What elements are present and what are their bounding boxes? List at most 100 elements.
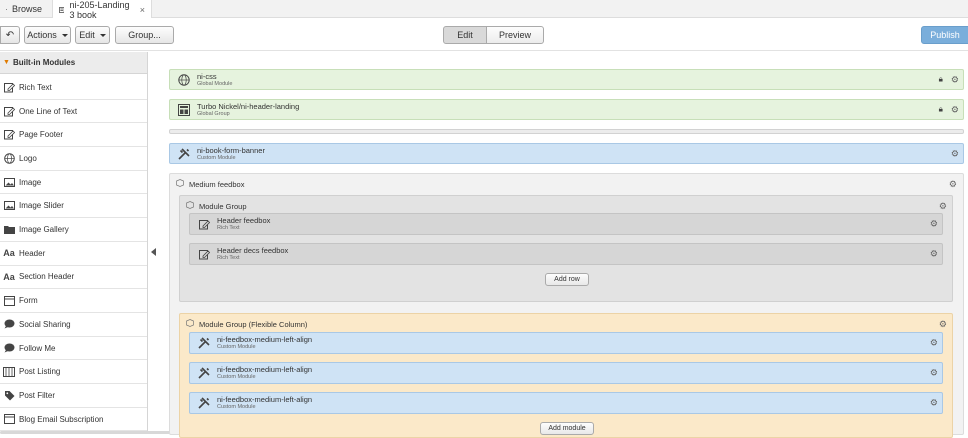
sidebar-item-label: Image Slider (19, 201, 64, 211)
sidebar-item-label: Post Listing (19, 367, 61, 377)
close-icon[interactable]: × (140, 5, 145, 15)
sidebar-item-image-slider[interactable]: Image Slider (0, 195, 147, 219)
sidebar-item-label: Post Filter (19, 390, 56, 400)
back-button[interactable]: ↶ (0, 26, 20, 44)
actions-label: Actions (27, 30, 57, 40)
module-title: ni-feedbox-medium-left-align (217, 335, 313, 344)
module-title: ni-css (197, 71, 217, 81)
tools-icon (194, 397, 214, 409)
gear-icon[interactable]: ⚙ (930, 219, 938, 230)
sidebar-item-header[interactable]: Aa Header (0, 242, 147, 266)
module-type: Global Module (197, 80, 233, 87)
cube-icon (186, 319, 194, 329)
publish-button[interactable]: Publish (921, 26, 968, 44)
pencil-icon (194, 219, 214, 230)
add-row-label: Add row (554, 276, 580, 283)
lock-icon: 🔒︎ (938, 74, 943, 84)
tab-landing-page[interactable]: ni-205-Landing 3 book × (52, 0, 152, 20)
sidebar-item-label: One Line of Text (19, 106, 78, 116)
chevron-down-icon (99, 33, 106, 37)
mode-edit-toggle[interactable]: Edit (443, 26, 487, 44)
list-icon (0, 366, 18, 377)
sidebar-item-one-line-of-text[interactable]: One Line of Text (0, 100, 147, 124)
pencil-icon (0, 129, 18, 140)
mode-preview-toggle[interactable]: Preview (486, 26, 544, 44)
module-title: ni-feedbox-medium-left-align (217, 365, 313, 374)
sidebar-item-section-header[interactable]: Aa Section Header (0, 266, 147, 290)
page-icon (59, 6, 65, 13)
gear-icon[interactable]: ⚙ (930, 338, 938, 349)
tools-icon (194, 367, 214, 379)
module-title: Header decs feedbox (217, 246, 289, 255)
collapse-sidebar-icon[interactable] (151, 248, 156, 256)
toolbar: ↶ Actions Edit Group... Edit Preview Pub… (0, 18, 968, 51)
form-icon (0, 295, 18, 306)
sidebar-item-rich-text[interactable]: Rich Text (0, 76, 147, 100)
gear-icon[interactable]: ⚙ (949, 179, 957, 190)
globe-icon (174, 73, 194, 86)
tab-landing-label: ni-205-Landing 3 book (69, 0, 130, 20)
tools-icon (174, 147, 194, 160)
pencil-icon (194, 249, 214, 260)
module-header-landing[interactable]: Turbo Nickel/ni-header-landing Global Gro… (169, 99, 964, 120)
module-feedbox-medium-3[interactable]: ni-feedbox-medium-left-align Custom Modul… (189, 392, 943, 414)
pencil-icon (0, 82, 18, 93)
mode-preview-label: Preview (498, 30, 531, 40)
back-arrow-icon: ↶ (5, 29, 15, 41)
module-type: Custom Module (217, 404, 256, 410)
gear-icon[interactable]: ⚙ (930, 368, 938, 379)
sidebar-item-image-gallery[interactable]: Image Gallery (0, 218, 147, 242)
group-header: Medium feedbox (176, 179, 244, 189)
folder-icon (0, 225, 18, 235)
sidebar-item-follow-me[interactable]: Follow Me (0, 337, 147, 361)
gear-icon[interactable]: ⚙ (930, 249, 938, 260)
mode-edit-label: Edit (457, 30, 473, 40)
sidebar-item-post-filter[interactable]: Post Filter (0, 384, 147, 408)
group-header: Module Group (Flexible Column) (186, 319, 307, 329)
sidebar-item-label: Image (19, 177, 42, 187)
sidebar-item-logo[interactable]: Logo (0, 147, 147, 171)
gear-icon[interactable]: ⚙ (951, 148, 959, 159)
sidebar-item-social-sharing[interactable]: Social Sharing (0, 313, 147, 337)
module-ni-css[interactable]: ni-css Global Module 🔒︎ ⚙ (169, 69, 964, 90)
image-icon (0, 201, 18, 211)
sidebar-item-label: Blog Email Subscription (19, 414, 104, 424)
module-header-feedbox[interactable]: Header feedbox Rich Text ⚙ (189, 213, 943, 235)
gear-icon[interactable]: ⚙ (930, 398, 938, 409)
tools-icon (194, 337, 214, 349)
group-title: Medium feedbox (189, 179, 245, 189)
actions-button[interactable]: Actions (24, 26, 71, 44)
built-in-modules-header[interactable]: ▼ Built-in Modules (0, 52, 147, 74)
group-header: Module Group (186, 201, 247, 211)
module-feedbox-medium-1[interactable]: ni-feedbox-medium-left-align Custom Modul… (189, 332, 943, 354)
edit-menu-button[interactable]: Edit (75, 26, 110, 44)
module-sidebar: ▼ Built-in Modules Rich Text One Line of… (0, 52, 148, 434)
edit-menu-label: Edit (79, 30, 95, 40)
add-module-button[interactable]: Add module (540, 422, 594, 435)
module-type: Custom Module (217, 344, 256, 350)
sidebar-item-blog-email-subscription[interactable]: Blog Email Subscription (0, 408, 147, 432)
sidebar-item-label: Form (19, 296, 38, 306)
chevron-down-icon (61, 33, 68, 37)
sidebar-item-label: Follow Me (19, 343, 56, 353)
tab-strip: Browse ni-205-Landing 3 book × (0, 0, 968, 20)
tag-icon (0, 390, 18, 401)
sidebar-item-page-footer[interactable]: Page Footer (0, 123, 147, 148)
module-header-decs-feedbox[interactable]: Header decs feedbox Rich Text ⚙ (189, 243, 943, 265)
gear-icon[interactable]: ⚙ (951, 104, 959, 115)
module-book-form-banner[interactable]: ni-book-form-banner Custom Module ⚙ (169, 143, 964, 164)
gear-icon[interactable]: ⚙ (951, 74, 959, 85)
module-feedbox-medium-2[interactable]: ni-feedbox-medium-left-align Custom Modul… (189, 362, 943, 384)
sidebar-item-form[interactable]: Form (0, 289, 147, 313)
group-button[interactable]: Group... (115, 26, 174, 44)
sidebar-item-label: Social Sharing (19, 319, 71, 329)
tab-browse[interactable]: Browse (0, 0, 48, 18)
empty-drop-zone (169, 129, 964, 134)
add-row-button[interactable]: Add row (545, 273, 589, 286)
folder-icon (6, 8, 7, 10)
sidebar-item-image[interactable]: Image (0, 171, 147, 195)
group-icon (174, 103, 194, 116)
gear-icon[interactable]: ⚙ (939, 201, 947, 212)
gear-icon[interactable]: ⚙ (939, 319, 947, 330)
sidebar-item-post-listing[interactable]: Post Listing (0, 360, 147, 385)
